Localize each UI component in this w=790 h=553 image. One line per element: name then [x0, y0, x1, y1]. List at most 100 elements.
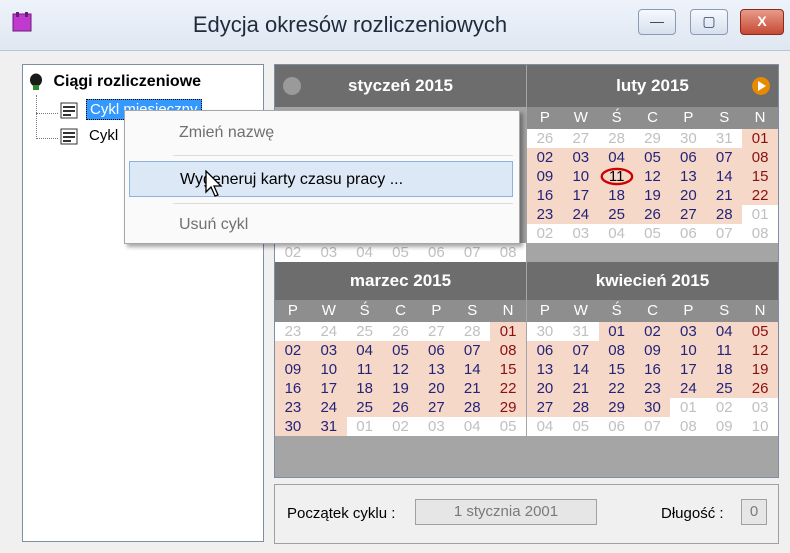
day-cell[interactable]: 06	[418, 243, 454, 262]
day-cell[interactable]: 04	[598, 148, 635, 167]
day-cell[interactable]: 06	[670, 148, 707, 167]
day-cell[interactable]: 15	[742, 167, 778, 186]
day-cell[interactable]: 15	[598, 360, 635, 379]
day-cell[interactable]: 20	[527, 379, 563, 398]
day-cell[interactable]: 13	[670, 167, 707, 186]
day-cell[interactable]: 07	[706, 148, 743, 167]
day-cell[interactable]: 17	[310, 379, 347, 398]
day-cell[interactable]: 03	[562, 148, 599, 167]
day-cell[interactable]: 05	[383, 243, 419, 262]
day-cell[interactable]: 01	[670, 398, 706, 417]
day-cell[interactable]: 17	[562, 186, 599, 205]
day-cell[interactable]: 01	[347, 417, 383, 436]
day-cell[interactable]: 08	[742, 224, 778, 243]
day-cell[interactable]: 05	[382, 341, 419, 360]
day-cell[interactable]: 25	[598, 205, 635, 224]
day-cell[interactable]: 05	[742, 322, 778, 341]
day-cell[interactable]: 02	[706, 398, 742, 417]
day-cell[interactable]: 27	[670, 205, 707, 224]
day-cell[interactable]: 27	[563, 129, 599, 148]
day-cell[interactable]: 31	[706, 129, 742, 148]
day-cell[interactable]: 18	[598, 186, 635, 205]
day-cell[interactable]: 16	[634, 360, 671, 379]
day-cell[interactable]: 05	[563, 417, 599, 436]
day-cell[interactable]: 03	[310, 341, 347, 360]
day-cell[interactable]: 19	[634, 186, 671, 205]
day-cell[interactable]: 26	[383, 322, 419, 341]
day-cell[interactable]: 07	[562, 341, 599, 360]
day-cell[interactable]: 06	[527, 341, 563, 360]
day-cell[interactable]: 23	[527, 205, 563, 224]
day-cell[interactable]: 07	[454, 243, 490, 262]
day-cell[interactable]: 24	[562, 205, 599, 224]
day-cell[interactable]: 08	[670, 417, 706, 436]
day-cell[interactable]: 04	[454, 417, 490, 436]
day-cell[interactable]: 04	[527, 417, 563, 436]
day-cell[interactable]: 26	[634, 205, 671, 224]
day-cell[interactable]: 12	[742, 341, 778, 360]
day-cell[interactable]: 04	[706, 322, 743, 341]
day-cell[interactable]: 17	[670, 360, 707, 379]
day-cell[interactable]: 02	[527, 224, 563, 243]
day-cell[interactable]: 02	[634, 322, 671, 341]
day-cell[interactable]: 03	[563, 224, 599, 243]
day-cell[interactable]: 01	[598, 322, 635, 341]
day-cell[interactable]: 03	[670, 322, 707, 341]
day-cell[interactable]: 25	[706, 379, 743, 398]
day-cell[interactable]: 04	[599, 224, 635, 243]
day-cell[interactable]: 23	[275, 398, 311, 417]
day-cell[interactable]: 14	[562, 360, 599, 379]
day-cell[interactable]: 06	[418, 341, 455, 360]
day-cell[interactable]: 29	[598, 398, 635, 417]
day-cell[interactable]: 11	[598, 167, 635, 186]
day-cell[interactable]: 27	[418, 322, 454, 341]
day-cell[interactable]: 12	[382, 360, 419, 379]
day-cell[interactable]: 23	[275, 322, 311, 341]
day-cell[interactable]: 16	[527, 186, 563, 205]
day-cell[interactable]: 01	[742, 129, 778, 148]
day-cell[interactable]: 03	[311, 243, 347, 262]
day-cell[interactable]: 13	[527, 360, 563, 379]
day-cell[interactable]: 31	[563, 322, 599, 341]
day-cell[interactable]: 11	[706, 341, 743, 360]
day-cell[interactable]: 06	[670, 224, 706, 243]
day-cell[interactable]: 15	[490, 360, 527, 379]
day-cell[interactable]: 22	[598, 379, 635, 398]
day-cell[interactable]: 01	[490, 322, 527, 341]
day-cell[interactable]: 25	[346, 398, 383, 417]
day-cell[interactable]: 30	[275, 417, 311, 436]
day-cell[interactable]: 12	[634, 167, 671, 186]
day-cell[interactable]: 10	[670, 341, 707, 360]
prev-month-icon[interactable]	[283, 77, 301, 95]
day-cell[interactable]: 22	[490, 379, 527, 398]
day-cell[interactable]: 26	[382, 398, 419, 417]
day-cell[interactable]: 28	[706, 205, 743, 224]
day-cell[interactable]: 05	[634, 148, 671, 167]
day-cell[interactable]: 28	[454, 322, 490, 341]
day-cell[interactable]: 03	[418, 417, 454, 436]
day-cell[interactable]: 31	[310, 417, 347, 436]
day-cell[interactable]: 24	[311, 322, 347, 341]
day-cell[interactable]: 02	[383, 417, 419, 436]
day-cell[interactable]: 27	[418, 398, 455, 417]
day-cell[interactable]: 25	[347, 322, 383, 341]
day-cell[interactable]: 04	[346, 341, 383, 360]
day-cell[interactable]: 04	[347, 243, 383, 262]
day-cell[interactable]: 10	[562, 167, 599, 186]
menu-item-rename[interactable]: Zmień nazwę	[129, 115, 513, 151]
tree-root[interactable]: Ciągi rozliczeniowe	[29, 73, 201, 91]
day-cell[interactable]: 19	[382, 379, 419, 398]
day-cell[interactable]: 05	[490, 417, 526, 436]
day-cell[interactable]: 24	[670, 379, 707, 398]
day-cell[interactable]: 09	[706, 417, 742, 436]
day-cell[interactable]: 10	[742, 417, 778, 436]
next-month-icon[interactable]	[752, 77, 770, 95]
day-cell[interactable]: 28	[562, 398, 599, 417]
day-cell[interactable]: 07	[454, 341, 491, 360]
day-cell[interactable]: 30	[634, 398, 671, 417]
day-cell[interactable]: 08	[742, 148, 778, 167]
day-cell[interactable]: 09	[527, 167, 563, 186]
day-cell[interactable]: 18	[706, 360, 743, 379]
day-cell[interactable]: 09	[634, 341, 671, 360]
day-cell[interactable]: 02	[275, 243, 311, 262]
